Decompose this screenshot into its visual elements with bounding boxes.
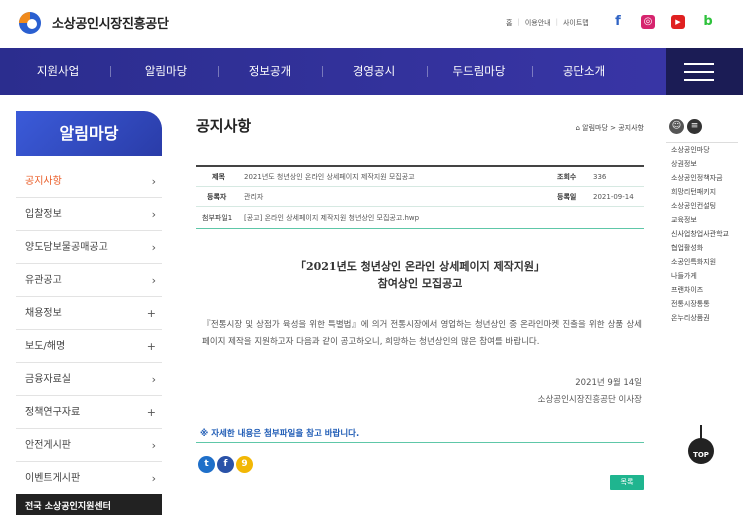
- instagram-icon[interactable]: ◎: [641, 15, 655, 29]
- blog-icon[interactable]: b: [701, 15, 715, 29]
- org-name[interactable]: 소상공인시장진흥공단: [52, 13, 169, 32]
- quick-item[interactable]: 전통시장통통: [666, 297, 738, 311]
- sidebar-footer-link[interactable]: 전국 소상공인지원센터: [16, 494, 162, 515]
- sidebar-item-bid[interactable]: 입찰정보 ›: [16, 198, 162, 231]
- home-link[interactable]: 홈: [501, 18, 517, 28]
- post-date: 2021-09-14: [593, 193, 634, 201]
- sidebar-item-related[interactable]: 유관공고 ›: [16, 264, 162, 297]
- nav-disclosure[interactable]: 정보공개: [230, 48, 310, 95]
- post-row-subject: 제목 2021년도 청년상인 온라인 상세페이지 제작지원 모집공고 조회수 3…: [196, 167, 644, 187]
- post-author: 관리자: [244, 193, 264, 201]
- list-button[interactable]: 목록: [610, 475, 644, 490]
- quick-item[interactable]: 소공인특화지원: [666, 255, 738, 269]
- quick-item[interactable]: 프랜차이즈: [666, 283, 738, 297]
- breadcrumb: ⌂ 알림마당 > 공지사항: [575, 124, 644, 132]
- facebook-share-icon[interactable]: f: [217, 456, 234, 473]
- content-title: 「2021년도 청년상인 온라인 상세페이지 제작지원」 참여상인 모집공고: [294, 260, 546, 290]
- content-body: 『전통시장 및 상점가 육성을 위한 특별법』에 의거 전통시장에서 영업하는 …: [202, 320, 642, 347]
- scroll-top-button[interactable]: TOP: [688, 425, 714, 464]
- quick-menu-list: 소상공인마당 상권정보 소상공인정책자금 희망리턴패키지 소상공인컨설팅 교육정…: [666, 142, 738, 325]
- sidebar-item-event[interactable]: 이벤트게시판 ›: [16, 462, 162, 495]
- chevron-right-icon: ›: [151, 274, 156, 287]
- page-title: 공지사항: [196, 117, 252, 135]
- post-subject: 2021년도 청년상인 온라인 상세페이지 제작지원 모집공고: [244, 173, 415, 181]
- quick-item[interactable]: 희망리턴패키지: [666, 185, 738, 199]
- nav-notice[interactable]: 알림마당: [126, 48, 206, 95]
- sitemap-link[interactable]: 사이트맵: [558, 18, 594, 28]
- main-content: 공지사항 ⌂ 알림마당 > 공지사항 제목 2021년도 청년상인 온라인 상세…: [196, 95, 644, 515]
- quick-item[interactable]: 소상공인정책자금: [666, 171, 738, 185]
- user-icon[interactable]: ☺: [669, 119, 684, 134]
- kakao-share-icon[interactable]: 9: [236, 456, 253, 473]
- quick-item[interactable]: 소상공인마당: [666, 143, 738, 157]
- facebook-icon[interactable]: f: [611, 15, 625, 29]
- chevron-right-icon: ›: [151, 472, 156, 485]
- nav-about[interactable]: 공단소개: [544, 48, 624, 95]
- sidebar-item-press[interactable]: 보도/해명 +: [16, 330, 162, 363]
- quick-item[interactable]: 소상공인컨설팅: [666, 199, 738, 213]
- nav-dodream[interactable]: 두드림마당: [439, 48, 519, 95]
- menu-hamburger-icon[interactable]: [666, 48, 743, 95]
- post-row-attachment: 첨부파일1 [공고] 온라인 상세페이지 제작지원 청년상인 모집공고.hwp: [196, 207, 644, 229]
- sidebar: 알림마당 공지사항 › 입찰정보 › 양도담보물공매공고 › 유관공고 › 채용정보 + …: [0, 95, 170, 515]
- plus-icon: +: [146, 340, 156, 353]
- quick-item[interactable]: 온누리상품권: [666, 311, 738, 325]
- sign-date: 2021년 9월 14일: [575, 378, 642, 388]
- home-icon[interactable]: ⌂: [575, 124, 579, 132]
- utility-links: 홈 | 이용안내 | 사이트맵: [501, 18, 594, 28]
- post-info-table: 제목 2021년도 청년상인 온라인 상세페이지 제작지원 모집공고 조회수 3…: [196, 165, 644, 229]
- attachment-note: ※ 자세한 내용은 첨부파일을 참고 바랍니다.: [196, 421, 644, 443]
- attachment-link[interactable]: [공고] 온라인 상세페이지 제작지원 청년상인 모집공고.hwp: [244, 207, 419, 229]
- sidebar-item-notice[interactable]: 공지사항 ›: [16, 165, 162, 198]
- sidebar-item-recruit[interactable]: 채용정보 +: [16, 297, 162, 330]
- post-views: 336: [593, 173, 607, 181]
- sidebar-item-safety[interactable]: 안전게시판 ›: [16, 429, 162, 462]
- plus-icon: +: [146, 406, 156, 419]
- chevron-right-icon: ›: [151, 439, 156, 452]
- nav-management[interactable]: 경영공시: [334, 48, 414, 95]
- signer: 소상공인시장진흥공단 이사장: [537, 395, 642, 405]
- plus-icon: +: [146, 307, 156, 320]
- quick-item[interactable]: 상권정보: [666, 157, 738, 171]
- quick-item[interactable]: 신사업창업사관학교: [666, 227, 738, 241]
- chevron-right-icon: ›: [151, 208, 156, 221]
- nav-support[interactable]: 지원사업: [18, 48, 98, 95]
- quick-item[interactable]: 교육정보: [666, 213, 738, 227]
- menu-icon[interactable]: ≡: [687, 119, 702, 134]
- chevron-right-icon: ›: [151, 373, 156, 386]
- sidebar-item-auction[interactable]: 양도담보물공매공고 ›: [16, 231, 162, 264]
- quick-item[interactable]: 협업활성화: [666, 241, 738, 255]
- top-header: 소상공인시장진흥공단 홈 | 이용안내 | 사이트맵 f ◎ ▶ b: [0, 0, 743, 48]
- sidebar-title: 알림마당: [16, 111, 162, 156]
- sidebar-item-policy[interactable]: 정책연구자료 +: [16, 396, 162, 429]
- main-nav: 지원사업 알림마당 정보공개 경영공시 두드림마당 공단소개: [0, 48, 743, 95]
- youtube-icon[interactable]: ▶: [671, 15, 685, 29]
- post-row-author: 등록자 관리자 등록일 2021-09-14: [196, 187, 644, 207]
- twitter-share-icon[interactable]: t: [198, 456, 215, 473]
- guide-link[interactable]: 이용안내: [520, 18, 556, 28]
- chevron-right-icon: ›: [151, 175, 156, 188]
- chevron-right-icon: ›: [151, 241, 156, 254]
- sidebar-item-finance[interactable]: 금융자료실 ›: [16, 363, 162, 396]
- quick-menu: ☺ ≡ 소상공인마당 상권정보 소상공인정책자금 희망리턴패키지 소상공인컨설팅…: [666, 110, 743, 515]
- org-logo-icon[interactable]: [16, 11, 44, 35]
- quick-item[interactable]: 나들가게: [666, 269, 738, 283]
